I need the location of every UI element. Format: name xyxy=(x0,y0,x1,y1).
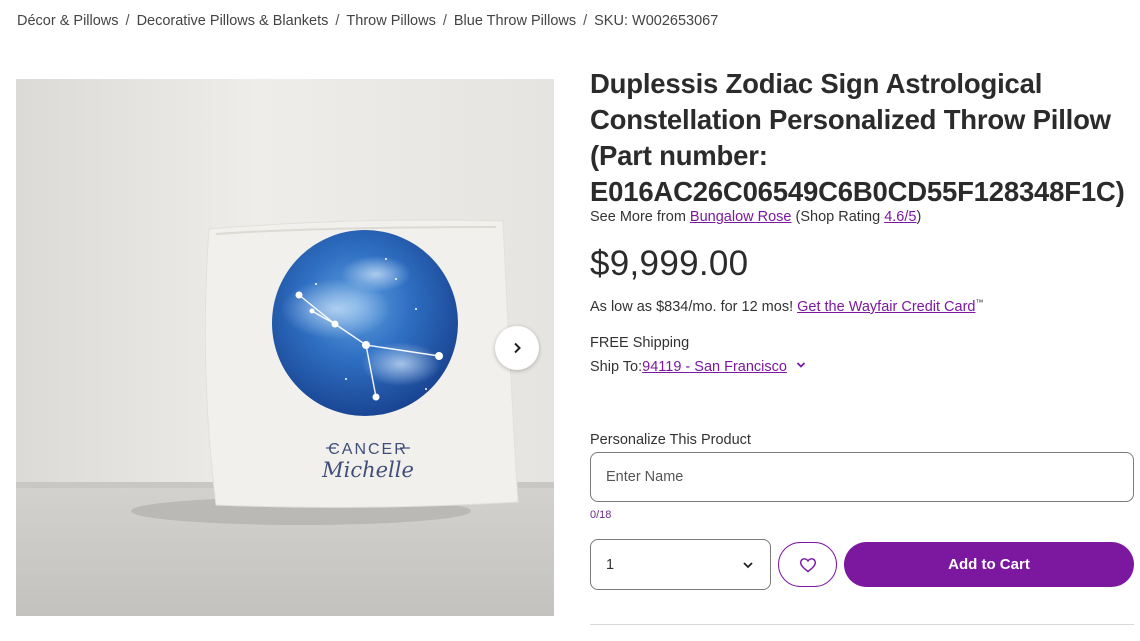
rating-prefix: (Shop Rating xyxy=(791,209,885,225)
breadcrumb: Décor & Pillows / Decorative Pillows & B… xyxy=(17,11,718,31)
brand-link[interactable]: Bungalow Rose xyxy=(690,209,792,225)
add-to-favorites-button[interactable] xyxy=(778,542,837,587)
quantity-select[interactable]: 1 xyxy=(590,539,771,590)
financing-line: As low as $834/mo. for 12 mos! Get the W… xyxy=(590,298,983,315)
free-shipping-label: FREE Shipping xyxy=(590,335,690,351)
pillow-photo: CANCER Michelle xyxy=(16,79,554,616)
breadcrumb-separator: / xyxy=(125,13,130,29)
product-image[interactable]: CANCER Michelle xyxy=(16,79,554,616)
personalize-name-input[interactable] xyxy=(590,452,1134,502)
character-counter: 0/18 xyxy=(590,509,612,521)
chevron-right-icon xyxy=(514,342,521,354)
pillow-sign-text: CANCER xyxy=(328,441,408,458)
divider xyxy=(590,624,1134,625)
breadcrumb-link[interactable]: Throw Pillows xyxy=(346,13,435,29)
product-title: Duplessis Zodiac Sign Astrological Const… xyxy=(590,68,1125,207)
breadcrumb-link[interactable]: Decorative Pillows & Blankets xyxy=(137,13,329,29)
financing-text: As low as $834/mo. for 12 mos! xyxy=(590,298,798,315)
sku-label: SKU: W002653067 xyxy=(594,13,719,29)
brand-line: See More from Bungalow Rose (Shop Rating… xyxy=(590,209,921,225)
quantity-value: 1 xyxy=(606,556,615,573)
personalize-label: Personalize This Product xyxy=(590,432,751,448)
shop-rating-link[interactable]: 4.6/5 xyxy=(884,209,916,225)
ship-to-location-link[interactable]: 94119 - San Francisco xyxy=(642,359,787,375)
heart-icon xyxy=(799,557,816,572)
price: $9,999.00 xyxy=(590,244,749,283)
breadcrumb-link[interactable]: Blue Throw Pillows xyxy=(454,13,576,29)
ship-to-line: Ship To: 94119 - San Francisco xyxy=(590,359,807,375)
trademark-mark: ™ xyxy=(975,298,984,307)
breadcrumb-link[interactable]: Décor & Pillows xyxy=(17,13,119,29)
breadcrumb-separator: / xyxy=(442,13,447,29)
breadcrumb-separator: / xyxy=(335,13,340,29)
add-to-cart-button[interactable]: Add to Cart xyxy=(844,542,1134,587)
chevron-down-icon xyxy=(743,561,753,568)
rating-suffix: ) xyxy=(916,209,922,225)
next-image-button[interactable] xyxy=(495,326,539,370)
ship-to-label: Ship To: xyxy=(590,359,643,375)
breadcrumb-separator: / xyxy=(583,13,588,29)
credit-card-link[interactable]: Get the Wayfair Credit Card xyxy=(797,299,975,315)
see-more-text: See More from xyxy=(590,209,690,225)
pillow-name-text: Michelle xyxy=(321,458,414,482)
chevron-down-icon[interactable] xyxy=(795,359,807,375)
